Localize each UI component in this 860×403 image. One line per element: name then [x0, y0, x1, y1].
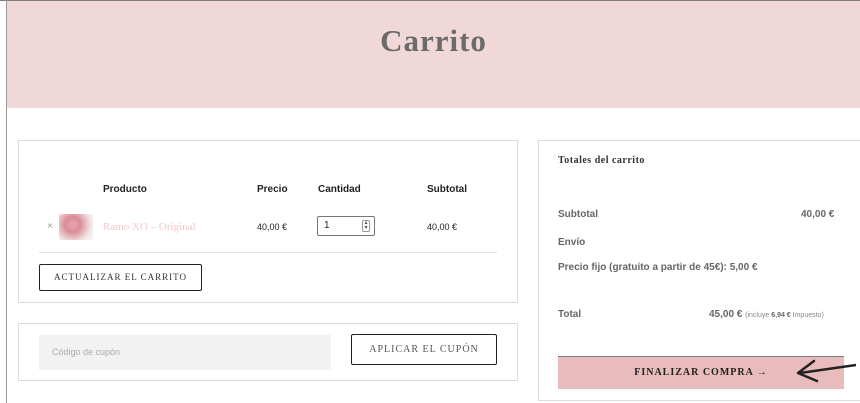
arrow-pointer-icon	[796, 359, 856, 383]
coupon-section: Código de cupón APLICAR EL CUPÓN	[18, 323, 518, 381]
shipping-text: Precio fijo (gratuito a partir de 45€): …	[558, 262, 758, 273]
page-title: Carrito	[380, 23, 487, 58]
item-subtotal: 40,00 €	[427, 222, 458, 232]
apply-coupon-button[interactable]: APLICAR EL CUPÓN	[351, 334, 497, 365]
product-name-link[interactable]: Ramo XO – Original	[103, 221, 196, 233]
update-cart-button[interactable]: ACTUALIZAR EL CARRITO	[39, 264, 202, 291]
quantity-stepper[interactable]: 1 ▴ ▾	[317, 216, 375, 236]
total-amount: 45,00 €	[709, 309, 743, 320]
row-divider	[39, 252, 497, 253]
tax-suffix: Impuesto)	[792, 312, 824, 319]
cart-table: Producto Precio Cantidad Subtotal × Ramo…	[18, 140, 518, 303]
header-price: Precio	[257, 184, 288, 195]
product-thumbnail[interactable]	[59, 214, 93, 240]
tax-prefix: (incluye	[745, 312, 770, 319]
item-price: 40,00 €	[257, 222, 288, 232]
total-value: 45,00 € (incluye 6,94 € Impuesto)	[709, 309, 824, 320]
spinner-icon[interactable]: ▴ ▾	[362, 220, 370, 232]
subtotal-label: Subtotal	[558, 209, 598, 220]
coupon-input[interactable]: Código de cupón	[39, 335, 331, 370]
header-subtotal: Subtotal	[427, 184, 467, 195]
total-label: Total	[558, 309, 582, 320]
tax-amount: 6,94 €	[771, 312, 791, 319]
header-quantity: Cantidad	[318, 184, 361, 195]
subtotal-value: 40,00 €	[801, 209, 835, 220]
quantity-value: 1	[324, 220, 330, 231]
header-product: Producto	[103, 184, 147, 195]
shipping-label: Envío	[558, 237, 586, 248]
page-header: Carrito	[7, 1, 860, 108]
tax-note: (incluye 6,94 € Impuesto)	[745, 312, 824, 319]
totals-title: Totales del carrito	[558, 155, 645, 166]
remove-item-icon[interactable]: ×	[47, 221, 53, 232]
